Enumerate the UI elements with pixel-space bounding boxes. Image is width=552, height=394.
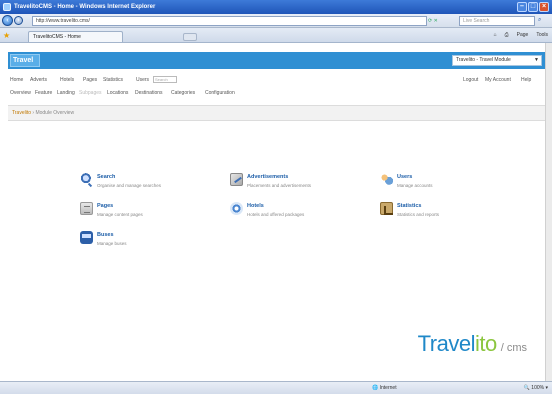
tools-menu[interactable]: Tools — [536, 32, 548, 38]
command-bar: ⌂ ⎙ Page Tools — [494, 32, 548, 38]
url-field[interactable]: http://www.travelito.cms/ — [32, 16, 427, 26]
module-desc: Organise and manage searches — [97, 183, 162, 188]
refresh-stop-icons[interactable]: ⟳ ✕ — [428, 16, 458, 26]
app-logo[interactable]: Travel — [10, 54, 40, 67]
tab-bar: ★ TravelitoCMS - Home ⌂ ⎙ Page Tools — [0, 28, 552, 43]
submenu-overview[interactable]: Overview — [10, 90, 31, 96]
new-tab-button[interactable] — [183, 33, 197, 41]
hotel-icon — [230, 202, 243, 215]
module-hotels[interactable]: Hotels Hotels and offered packages — [230, 202, 304, 217]
brand-logo: Travel ito / cms — [418, 331, 527, 357]
window-title: TravelitoCMS - Home - Windows Internet E… — [14, 4, 156, 10]
page-menu[interactable]: Page — [517, 32, 529, 38]
breadcrumb-root[interactable]: Travelito — [12, 110, 31, 116]
forward-button[interactable]: › — [14, 16, 23, 25]
dashboard: Search Organise and manage searches Page… — [8, 121, 545, 375]
app-header: Travel Travelito - Travel Module ▼ — [8, 52, 545, 69]
brand-suffix: / cms — [500, 342, 527, 354]
status-zone: 🌐 Internet — [372, 385, 397, 391]
module-desc: Manage accounts — [397, 183, 433, 188]
menu-item-users[interactable]: Users — [136, 77, 149, 83]
window-titlebar: TravelitoCMS - Home - Windows Internet E… — [0, 0, 552, 14]
brand-part2: ito — [474, 331, 497, 356]
submenu-subpages[interactable]: Subpages — [79, 90, 102, 96]
stats-icon — [380, 202, 393, 215]
module-desc: Manage content pages — [97, 212, 143, 217]
my-account-link[interactable]: My Account — [485, 77, 511, 83]
browser-tab[interactable]: TravelitoCMS - Home — [28, 31, 123, 42]
menu-item-adverts[interactable]: Adverts — [30, 77, 47, 83]
module-desc: Hotels and offered packages — [247, 212, 305, 217]
module-title[interactable]: Pages — [97, 203, 143, 209]
module-select[interactable]: Travelito - Travel Module ▼ — [452, 55, 542, 66]
menu-search-input[interactable]: Search — [153, 76, 177, 83]
breadcrumb-current: Module Overview — [35, 110, 75, 116]
brand-part1: Travel — [417, 331, 476, 356]
module-statistics[interactable]: Statistics Statistics and reports — [380, 202, 439, 217]
advert-icon — [230, 173, 243, 186]
favorites-star-icon[interactable]: ★ — [3, 31, 10, 40]
search-icon[interactable]: ⌕ — [538, 17, 541, 24]
address-bar: ‹ › http://www.travelito.cms/ ⟳ ✕ Live S… — [0, 14, 552, 28]
module-desc: Placements and advertisements — [247, 183, 312, 188]
menu-item-hotels[interactable]: Hotels — [60, 77, 74, 83]
module-title[interactable]: Statistics — [397, 203, 439, 209]
module-title[interactable]: Advertisements — [247, 174, 311, 180]
breadcrumb: Travelito › Module Overview — [8, 105, 545, 121]
module-title[interactable]: Buses — [97, 232, 127, 238]
pages-icon — [80, 202, 93, 215]
browser-search-input[interactable]: Live Search — [459, 16, 535, 26]
menu-item-statistics[interactable]: Statistics — [103, 77, 123, 83]
secondary-menu: Overview Feature Landing Subpages Locati… — [8, 88, 545, 98]
module-title[interactable]: Users — [397, 174, 433, 180]
module-title[interactable]: Hotels — [247, 203, 304, 209]
zoom-control[interactable]: 🔍 100% ▾ — [524, 382, 548, 394]
module-desc: Manage buses — [97, 241, 127, 246]
home-icon[interactable]: ⌂ — [494, 32, 497, 38]
module-title[interactable]: Search — [97, 174, 161, 180]
submenu-configuration[interactable]: Configuration — [205, 90, 235, 96]
zoom-value: 100% — [531, 385, 545, 391]
submenu-feature[interactable]: Feature — [35, 90, 52, 96]
back-button[interactable]: ‹ — [2, 15, 13, 26]
module-advertisements[interactable]: Advertisements Placements and advertisem… — [230, 173, 311, 188]
search-icon — [80, 173, 93, 186]
module-users[interactable]: Users Manage accounts — [380, 173, 433, 188]
print-icon[interactable]: ⎙ — [505, 32, 509, 38]
browser-app-icon — [3, 3, 11, 11]
submenu-destinations[interactable]: Destinations — [135, 90, 163, 96]
page-scrollbar[interactable] — [545, 43, 552, 381]
module-buses[interactable]: Buses Manage buses — [80, 231, 127, 246]
browser-status-bar: 🌐 Internet 🔍 100% ▾ — [0, 381, 552, 394]
chevron-down-icon: ▼ — [534, 57, 539, 63]
help-link[interactable]: Help — [521, 77, 531, 83]
module-pages[interactable]: Pages Manage content pages — [80, 202, 143, 217]
bus-icon — [80, 231, 93, 244]
submenu-locations[interactable]: Locations — [107, 90, 128, 96]
submenu-landing[interactable]: Landing — [57, 90, 75, 96]
users-icon — [380, 173, 393, 186]
menu-item-home[interactable]: Home — [10, 77, 23, 83]
window-controls: – □ × — [517, 2, 549, 12]
menu-item-pages[interactable]: Pages — [83, 77, 97, 83]
module-search[interactable]: Search Organise and manage searches — [80, 173, 161, 188]
maximize-icon[interactable]: □ — [528, 2, 538, 12]
logout-link[interactable]: Logout — [463, 77, 478, 83]
status-zone-label: Internet — [379, 385, 397, 391]
primary-menu: Home Adverts Hotels Pages Statistics Use… — [8, 75, 545, 85]
close-icon[interactable]: × — [539, 2, 549, 12]
submenu-categories[interactable]: Categories — [171, 90, 195, 96]
module-desc: Statistics and reports — [397, 212, 440, 217]
minimize-icon[interactable]: – — [517, 2, 527, 12]
module-select-value: Travelito - Travel Module — [456, 57, 511, 63]
